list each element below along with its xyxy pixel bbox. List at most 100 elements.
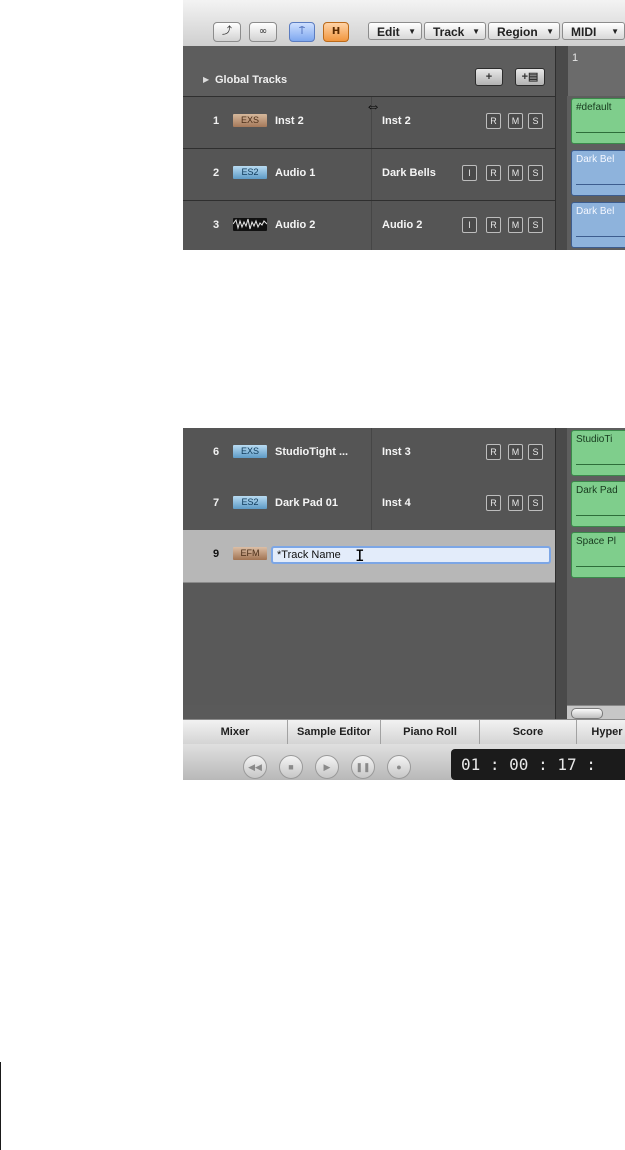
mute-button[interactable]: M — [508, 165, 523, 181]
tab-score[interactable]: Score — [480, 720, 577, 744]
pointer-tool-button[interactable]: ⍑ — [289, 22, 315, 42]
editor-tabs: Mixer Sample Editor Piano Roll Score Hyp… — [183, 719, 625, 745]
region-name: Dark Bel — [576, 206, 615, 217]
ruler-bar-number: 1 — [572, 52, 579, 64]
add-track-with-settings-button[interactable]: +▤ — [515, 68, 545, 86]
stop-button[interactable]: ■ — [279, 755, 303, 779]
record-enable-button[interactable]: R — [486, 165, 501, 181]
global-tracks-label: Global Tracks — [215, 74, 288, 86]
column-separator — [371, 149, 372, 200]
region[interactable]: #default — [571, 98, 625, 144]
bar-ruler[interactable]: 1 — [567, 46, 625, 96]
pause-button[interactable]: ❚❚ — [351, 755, 375, 779]
region-menu[interactable]: Region ▼ — [488, 22, 560, 40]
solo-button[interactable]: S — [528, 444, 543, 460]
region-name: Dark Bel — [576, 154, 615, 165]
track-name[interactable]: Inst 2 — [275, 115, 304, 127]
solo-button[interactable]: S — [528, 165, 543, 181]
track-name[interactable]: Dark Pad 01 — [275, 497, 338, 509]
region-name: #default — [576, 102, 612, 113]
channel-name: Dark Bells — [382, 167, 436, 179]
track-number: 9 — [213, 548, 220, 560]
track-menu[interactable]: Track ▼ — [424, 22, 486, 40]
track-number: 3 — [213, 219, 220, 231]
catch-button[interactable]: ⤴ — [213, 22, 241, 42]
disclosure-triangle-icon[interactable]: ▶ — [203, 75, 209, 84]
channel-name: Audio 2 — [382, 219, 423, 231]
track-menu-label: Track — [433, 25, 465, 39]
region[interactable]: Dark Pad — [571, 481, 625, 527]
instrument-icon: EXS — [233, 445, 267, 458]
scrollbar-thumb[interactable] — [571, 708, 603, 719]
track-row[interactable]: 6 EXS StudioTight ... Inst 3 R M S — [183, 428, 555, 480]
track-row[interactable]: 2 ES2 Audio 1 Dark Bells I R M S — [183, 149, 555, 201]
region-data-line — [576, 464, 625, 465]
add-track-button[interactable]: + — [475, 68, 503, 86]
tab-hyper-editor[interactable]: Hyper — [577, 720, 625, 744]
record-enable-button[interactable]: R — [486, 495, 501, 511]
mute-button[interactable]: M — [508, 113, 523, 129]
region[interactable]: Space Pl — [571, 532, 625, 578]
input-monitor-button[interactable]: I — [462, 165, 477, 181]
column-separator — [371, 479, 372, 530]
solo-button[interactable]: S — [528, 217, 543, 233]
hide-button[interactable]: H — [323, 22, 349, 42]
tab-mixer[interactable]: Mixer — [183, 720, 288, 744]
track-row-selected[interactable]: 9 EFM I — [183, 530, 555, 583]
channel-name: Inst 3 — [382, 446, 411, 458]
record-enable-button[interactable]: R — [486, 113, 501, 129]
track-row[interactable]: 3 Audio 2 Audio 2 I R M S — [183, 201, 555, 250]
resize-cursor-icon: ⇔ — [365, 98, 381, 115]
instrument-icon: ES2 — [233, 166, 267, 179]
tab-sample-editor[interactable]: Sample Editor — [288, 720, 381, 744]
track-name[interactable]: StudioTight ... — [275, 446, 348, 458]
region-data-line — [576, 132, 625, 133]
chevron-down-icon: ▼ — [611, 27, 619, 36]
horizontal-scrollbar[interactable] — [567, 705, 625, 720]
record-button[interactable]: ● — [387, 755, 411, 779]
toolbar: ⤴ ∞ ⍑ H Edit ▼ Track ▼ Region ▼ MIDI ▼ — [183, 0, 625, 47]
track-name-field[interactable] — [271, 546, 551, 564]
column-separator — [371, 428, 372, 479]
channel-name: Inst 2 — [382, 115, 411, 127]
tab-piano-roll[interactable]: Piano Roll — [381, 720, 480, 744]
solo-button[interactable]: S — [528, 113, 543, 129]
audio-waveform-icon — [232, 218, 268, 231]
empty-track-area[interactable] — [183, 583, 555, 705]
region-menu-label: Region — [497, 25, 538, 39]
track-row[interactable]: 7 ES2 Dark Pad 01 Inst 4 R M S — [183, 479, 555, 531]
region-name: Space Pl — [576, 536, 617, 547]
midi-menu-label: MIDI — [571, 25, 597, 39]
midi-menu[interactable]: MIDI ▼ — [562, 22, 625, 40]
edit-menu[interactable]: Edit ▼ — [368, 22, 422, 40]
arrange-window-bottom: 6 EXS StudioTight ... Inst 3 R M S 7 ES2… — [183, 428, 625, 780]
track-name[interactable]: Audio 2 — [275, 219, 315, 231]
track-name[interactable]: Audio 1 — [275, 167, 315, 179]
mute-button[interactable]: M — [508, 444, 523, 460]
mute-button[interactable]: M — [508, 495, 523, 511]
track-number: 1 — [213, 115, 220, 127]
global-tracks-row[interactable]: ▶ Global Tracks + +▤ — [183, 46, 567, 97]
transport-bar: ◀◀ ■ ▶ ❚❚ ● 01 : 00 : 17 : 08.00 — [183, 744, 625, 780]
page-margin-rule — [0, 1062, 1, 1150]
column-separator — [371, 201, 372, 250]
instrument-icon: EXS — [233, 114, 267, 127]
solo-button[interactable]: S — [528, 495, 543, 511]
region[interactable]: Dark Bel — [571, 202, 625, 248]
rewind-button[interactable]: ◀◀ — [243, 755, 267, 779]
region-name: StudioTi — [576, 434, 613, 445]
link-button[interactable]: ∞ — [249, 22, 277, 42]
region[interactable]: Dark Bel — [571, 150, 625, 196]
mute-button[interactable]: M — [508, 217, 523, 233]
chevron-down-icon: ▼ — [408, 27, 416, 36]
region-data-line — [576, 515, 625, 516]
input-monitor-button[interactable]: I — [462, 217, 477, 233]
region[interactable]: StudioTi — [571, 430, 625, 476]
region-data-line — [576, 184, 625, 185]
record-enable-button[interactable]: R — [486, 444, 501, 460]
track-number: 6 — [213, 446, 220, 458]
chevron-down-icon: ▼ — [472, 27, 480, 36]
record-enable-button[interactable]: R — [486, 217, 501, 233]
instrument-icon: EFM — [233, 547, 267, 560]
play-button[interactable]: ▶ — [315, 755, 339, 779]
